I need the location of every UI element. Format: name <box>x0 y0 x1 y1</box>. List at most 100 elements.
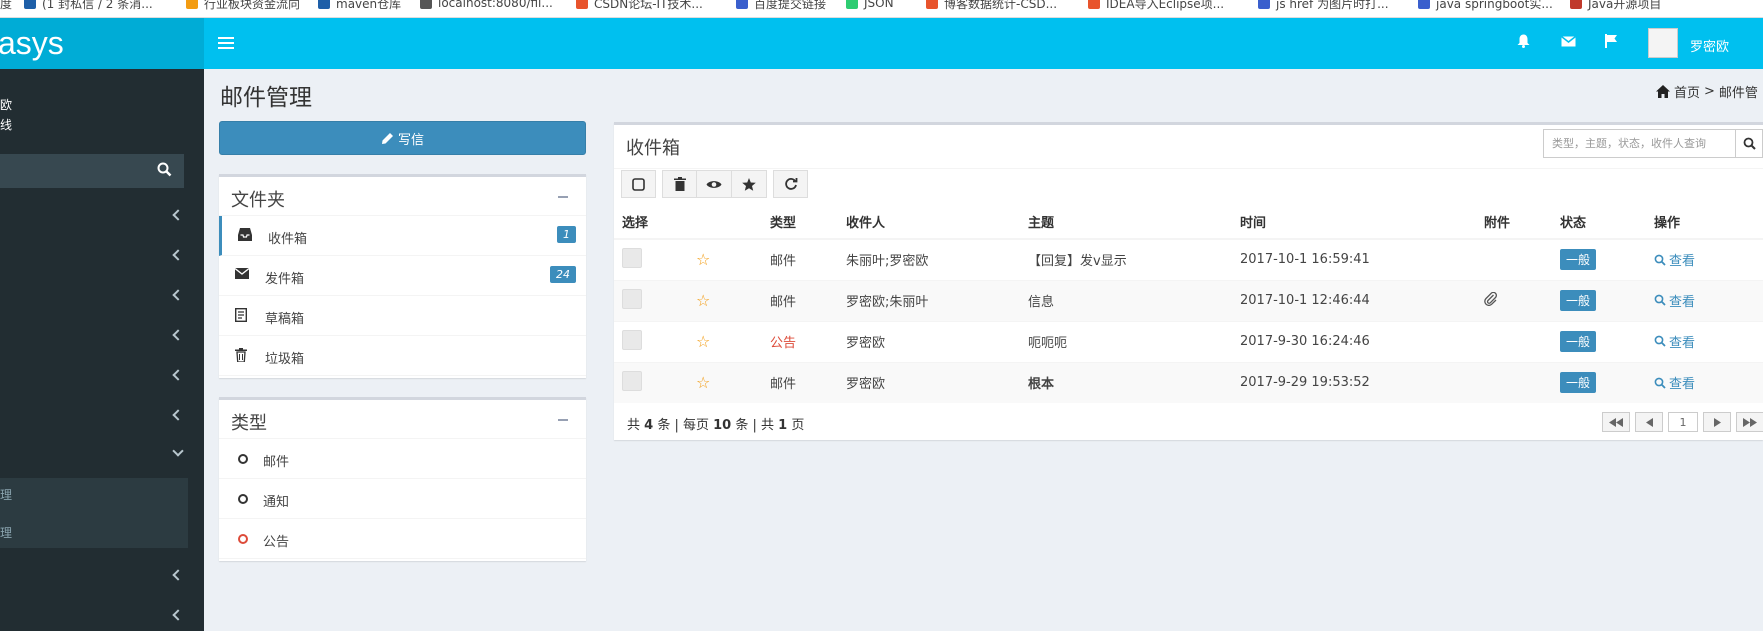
mail-recipients: 罗密欧 <box>846 377 886 393</box>
sidebar-menu-item[interactable] <box>0 237 204 277</box>
row-checkbox[interactable] <box>622 370 642 391</box>
bookmark-favicon-icon <box>1418 0 1430 9</box>
star-outline-icon[interactable]: ☆ <box>696 373 710 392</box>
mail-subject[interactable]: 呃呃呃 <box>1028 336 1067 351</box>
bookmark-item[interactable]: (1 封私信 / 2 条消... <box>24 0 153 12</box>
table-row[interactable]: ☆ 邮件 罗密欧;朱丽叶 信息 2017-10-1 12:46:44 一般 查看 <box>614 279 1763 321</box>
collapse-button[interactable] <box>558 196 568 198</box>
circle-icon <box>238 454 248 464</box>
bookmark-item[interactable]: 博客数据统计-CSD... <box>926 0 1057 12</box>
collapse-button[interactable] <box>558 419 568 421</box>
breadcrumb-current: 邮件管 <box>1718 86 1758 101</box>
sidebar-menu-item[interactable] <box>0 557 204 597</box>
folder-item[interactable]: 收件箱 1 <box>219 216 586 256</box>
column-header: 选择 <box>614 205 688 240</box>
mail-subject[interactable]: 根本 <box>1028 377 1054 392</box>
bookmark-item[interactable]: JSON <box>846 0 894 12</box>
folder-label: 收件箱 <box>268 232 308 247</box>
trash-icon <box>235 348 251 364</box>
user-name[interactable]: 罗密欧 <box>1690 36 1729 55</box>
table-row[interactable]: ☆ 公告 罗密欧 呃呃呃 2017-9-30 16:24:46 一般 查看 <box>614 320 1763 362</box>
delete-button[interactable] <box>662 170 697 198</box>
folder-item[interactable]: 垃圾箱 <box>219 336 586 376</box>
view-link[interactable]: 查看 <box>1654 373 1695 392</box>
mail-subject[interactable]: 信息 <box>1028 295 1054 310</box>
prev-page-button[interactable] <box>1635 412 1663 432</box>
right-icon <box>1713 417 1721 427</box>
page-number-input[interactable]: 1 <box>1668 412 1698 432</box>
next-page-button[interactable] <box>1703 412 1731 432</box>
star-outline-icon[interactable]: ☆ <box>696 250 710 269</box>
flag-icon[interactable] <box>1602 32 1620 50</box>
sidebar-search[interactable] <box>0 154 184 188</box>
double-left-icon <box>1609 417 1623 427</box>
table-row[interactable]: ☆ 邮件 朱丽叶;罗密欧 【回复】发v显示 2017-10-1 16:59:41 一般 查看 <box>614 238 1763 280</box>
first-page-button[interactable] <box>1602 412 1630 432</box>
sidebar-subitem[interactable]: 理 <box>0 486 12 503</box>
bookmark-label: 度 <box>0 0 13 11</box>
bookmark-label: JSON <box>864 0 894 10</box>
type-filter-item[interactable]: 邮件 <box>219 439 586 479</box>
view-link[interactable]: 查看 <box>1654 332 1695 351</box>
row-checkbox[interactable] <box>622 329 642 350</box>
types-title: 类型 <box>231 413 267 434</box>
bookmark-item[interactable]: Java开源项目 <box>1570 0 1661 12</box>
bookmark-favicon-icon <box>186 0 198 9</box>
row-checkbox[interactable] <box>622 288 642 309</box>
mail-search-input[interactable] <box>1543 129 1736 158</box>
sidebar-menu-item[interactable] <box>0 317 204 357</box>
type-filter-item[interactable]: 通知 <box>219 479 586 519</box>
bookmark-item[interactable]: maven仓库 <box>318 0 401 12</box>
sidebar-menu-item[interactable] <box>0 357 204 397</box>
bookmark-item[interactable]: localhost:8080/fil... <box>420 0 553 12</box>
bookmark-label: 百度提交链接 <box>754 0 827 11</box>
star-outline-icon[interactable]: ☆ <box>696 291 710 310</box>
bookmark-item[interactable]: IDEA导入Eclipse项... <box>1088 0 1224 12</box>
star-outline-icon[interactable]: ☆ <box>696 332 710 351</box>
mail-search <box>1543 129 1763 158</box>
search-button[interactable] <box>1736 129 1763 158</box>
column-header: 状态 <box>1552 205 1646 240</box>
last-page-button[interactable] <box>1736 412 1763 432</box>
mail-recipients: 罗密欧 <box>846 336 886 351</box>
column-header: 主题 <box>1020 205 1232 240</box>
select-all-button[interactable] <box>621 170 656 198</box>
folder-label: 垃圾箱 <box>265 352 305 367</box>
bookmark-item[interactable]: 度 <box>0 0 12 12</box>
sidebar-menu-item-expanded[interactable] <box>0 437 204 477</box>
folder-item[interactable]: 草稿箱 <box>219 296 586 336</box>
breadcrumb-home-link[interactable]: 首页 <box>1674 82 1700 101</box>
chevron-left-icon <box>172 289 184 301</box>
folder-item[interactable]: 发件箱 24 <box>219 256 586 296</box>
bookmark-item[interactable]: 行业板块资金流向 <box>186 0 300 12</box>
bell-icon[interactable] <box>1514 32 1532 50</box>
sidebar-menu-item[interactable] <box>0 277 204 317</box>
bookmark-item[interactable]: java springboot实... <box>1418 0 1553 12</box>
mark-read-button[interactable] <box>697 170 732 198</box>
sidebar-menu-item[interactable] <box>0 397 204 437</box>
type-filter-item[interactable]: 公告 <box>219 519 586 559</box>
bookmark-item[interactable]: CSDN论坛-IT技术... <box>576 0 703 12</box>
bookmark-favicon-icon <box>1570 0 1582 9</box>
search-icon[interactable] <box>157 162 172 181</box>
page-title: 邮件管理 <box>220 85 312 111</box>
folder-label: 草稿箱 <box>265 312 305 327</box>
view-link[interactable]: 查看 <box>1654 250 1695 269</box>
sidebar-toggle-button[interactable] <box>218 34 234 52</box>
star-button[interactable] <box>732 170 767 198</box>
bookmark-item[interactable]: js href 为图片时打... <box>1258 0 1389 12</box>
sidebar-subitem[interactable]: 理 <box>0 524 12 541</box>
bookmark-item[interactable]: 百度提交链接 <box>736 0 826 12</box>
app-logo[interactable]: asys <box>0 18 204 69</box>
sidebar-menu-item[interactable] <box>0 197 204 237</box>
refresh-button[interactable] <box>773 170 808 198</box>
sidebar-menu-item[interactable] <box>0 597 204 631</box>
compose-button[interactable]: 写信 <box>219 121 586 155</box>
view-link[interactable]: 查看 <box>1654 291 1695 310</box>
table-row[interactable]: ☆ 邮件 罗密欧 根本 2017-9-29 19:53:52 一般 查看 <box>614 361 1763 403</box>
bookmark-label: js href 为图片时打... <box>1276 0 1389 11</box>
envelope-icon[interactable] <box>1559 32 1577 50</box>
row-checkbox[interactable] <box>622 247 642 268</box>
mail-subject[interactable]: 【回复】发v显示 <box>1028 254 1127 269</box>
user-avatar[interactable] <box>1648 28 1678 58</box>
